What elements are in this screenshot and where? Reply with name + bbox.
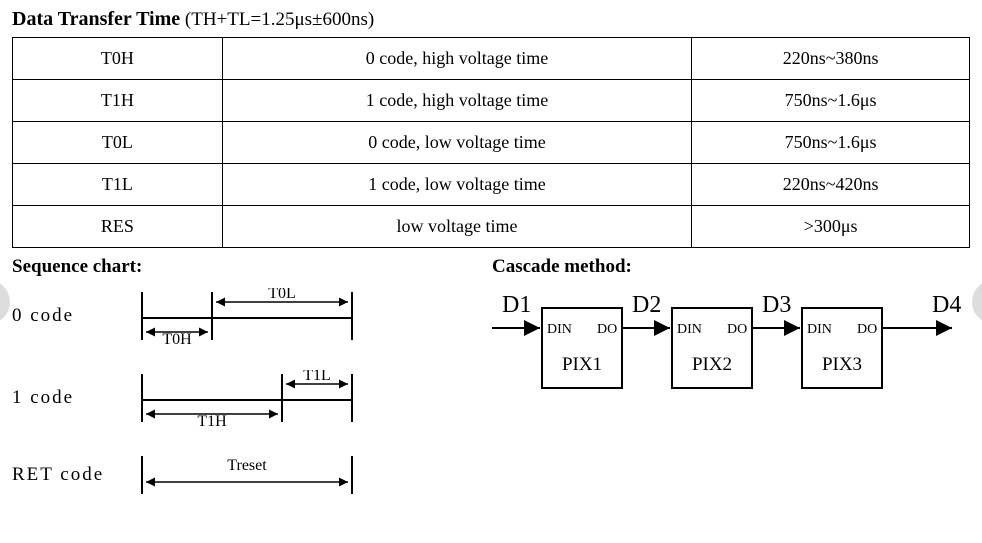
cell-desc: low voltage time	[222, 206, 691, 248]
title-rest: (TH+TL=1.25μs±600ns)	[180, 9, 374, 30]
table-row: T1L 1 code, low voltage time 220ns~420ns	[13, 164, 970, 206]
table-row: T0H 0 code, high voltage time 220ns~380n…	[13, 38, 970, 80]
cell-sym: T0L	[13, 122, 223, 164]
svg-text:D2: D2	[632, 292, 661, 318]
seq-ret-diagram: Treset	[132, 452, 362, 498]
seq-0code-diagram: T0H T0L	[132, 288, 362, 344]
carousel-next[interactable]	[972, 280, 982, 324]
svg-text:T1H: T1H	[197, 413, 227, 426]
cascade-diagram: D1 D2 D3 D4 DIN DO DIN DO DIN DO PIX1 PI…	[492, 288, 970, 408]
seq-1code-label: 1 code	[12, 387, 132, 409]
svg-text:DIN: DIN	[547, 322, 572, 337]
carousel-prev[interactable]	[0, 280, 10, 324]
svg-text:T1L: T1L	[303, 370, 331, 384]
table-row: T0L 0 code, low voltage time 750ns~1.6μs	[13, 122, 970, 164]
svg-text:DO: DO	[597, 322, 617, 337]
table-row: RES low voltage time >300μs	[13, 206, 970, 248]
svg-text:T0H: T0H	[162, 331, 192, 344]
svg-text:Treset: Treset	[227, 457, 267, 474]
cell-desc: 0 code, high voltage time	[222, 38, 691, 80]
svg-text:D4: D4	[932, 292, 961, 318]
svg-text:DO: DO	[857, 322, 877, 337]
svg-text:D3: D3	[762, 292, 791, 318]
cell-val: 750ns~1.6μs	[692, 80, 970, 122]
seq-ret-label: RET code	[12, 464, 132, 486]
seq-0code-label: 0 code	[12, 305, 132, 327]
cell-sym: RES	[13, 206, 223, 248]
table-row: T1H 1 code, high voltage time 750ns~1.6μ…	[13, 80, 970, 122]
svg-text:T0L: T0L	[268, 288, 296, 302]
svg-text:PIX2: PIX2	[692, 354, 732, 375]
cell-val: 220ns~380ns	[692, 38, 970, 80]
cascade-method-header: Cascade method:	[492, 256, 970, 278]
cell-desc: 1 code, high voltage time	[222, 80, 691, 122]
svg-text:D1: D1	[502, 292, 531, 318]
cell-sym: T0H	[13, 38, 223, 80]
section-title: Data Transfer Time (TH+TL=1.25μs±600ns)	[12, 8, 970, 31]
cell-desc: 0 code, low voltage time	[222, 122, 691, 164]
svg-text:DIN: DIN	[807, 322, 832, 337]
cell-val: 220ns~420ns	[692, 164, 970, 206]
svg-text:DO: DO	[727, 322, 747, 337]
cell-sym: T1L	[13, 164, 223, 206]
cell-val: >300μs	[692, 206, 970, 248]
cell-desc: 1 code, low voltage time	[222, 164, 691, 206]
timing-table: T0H 0 code, high voltage time 220ns~380n…	[12, 37, 970, 248]
svg-text:PIX3: PIX3	[822, 354, 862, 375]
svg-text:DIN: DIN	[677, 322, 702, 337]
cell-sym: T1H	[13, 80, 223, 122]
cell-val: 750ns~1.6μs	[692, 122, 970, 164]
seq-1code-diagram: T1H T1L	[132, 370, 362, 426]
sequence-chart-header: Sequence chart:	[12, 256, 492, 278]
svg-text:PIX1: PIX1	[562, 354, 602, 375]
title-bold: Data Transfer Time	[12, 8, 180, 30]
